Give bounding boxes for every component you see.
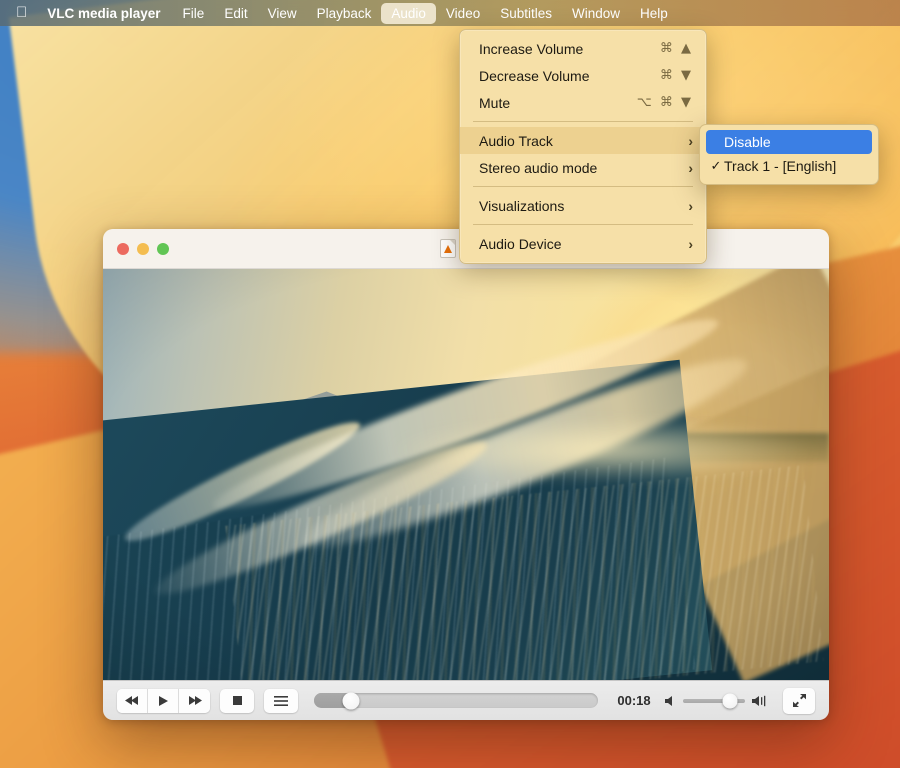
chevron-right-icon: › bbox=[688, 236, 693, 252]
playlist-button[interactable] bbox=[264, 689, 298, 713]
menu-separator bbox=[473, 186, 693, 187]
submenu-option-disable[interactable]: Disable bbox=[706, 130, 872, 154]
menu-item-window[interactable]: Window bbox=[562, 3, 630, 24]
transport-button-group bbox=[117, 689, 210, 713]
menu-option-shortcut: ⌘ ▲ bbox=[660, 41, 693, 56]
menu-item-help[interactable]: Help bbox=[630, 3, 678, 24]
submenu-option-track-1[interactable]: ✓ Track 1 - [English] bbox=[700, 154, 878, 178]
close-button[interactable] bbox=[117, 243, 129, 255]
play-icon bbox=[157, 695, 169, 707]
elapsed-time-label: 00:18 bbox=[614, 693, 654, 708]
submenu-option-label: Track 1 - [English] bbox=[724, 158, 836, 174]
seek-slider-handle[interactable] bbox=[342, 692, 359, 709]
menu-option-label: Mute bbox=[479, 95, 637, 111]
rewind-button[interactable] bbox=[117, 689, 148, 713]
apple-logo-icon[interactable]:  bbox=[16, 5, 27, 20]
menu-item-file[interactable]: File bbox=[173, 3, 215, 24]
menu-separator bbox=[473, 224, 693, 225]
rewind-icon bbox=[124, 695, 140, 706]
menu-option-label: Audio Track bbox=[479, 133, 680, 149]
desktop-screen:  VLC media player File Edit View Playba… bbox=[0, 0, 900, 768]
volume-slider[interactable] bbox=[683, 699, 745, 703]
menu-option-mute[interactable]: Mute ⌥ ⌘ ▼ bbox=[460, 89, 706, 116]
video-vignette bbox=[103, 269, 829, 680]
macos-menu-bar:  VLC media player File Edit View Playba… bbox=[0, 0, 900, 26]
fullscreen-button[interactable] bbox=[783, 688, 815, 714]
volume-high-icon[interactable] bbox=[751, 695, 767, 707]
traffic-light-group bbox=[103, 243, 169, 255]
chevron-right-icon: › bbox=[688, 198, 693, 214]
menu-option-shortcut: ⌥ ⌘ ▼ bbox=[637, 95, 693, 110]
menu-option-audio-track[interactable]: Audio Track › bbox=[460, 127, 706, 154]
menu-item-view[interactable]: View bbox=[258, 3, 307, 24]
mp4-file-icon bbox=[440, 239, 456, 258]
volume-slider-handle[interactable] bbox=[723, 693, 738, 708]
maximize-button[interactable] bbox=[157, 243, 169, 255]
vlc-player-window: MP4 bbox=[103, 229, 829, 720]
video-canvas[interactable] bbox=[103, 269, 829, 680]
menu-option-decrease-volume[interactable]: Decrease Volume ⌘ ▼ bbox=[460, 62, 706, 89]
menu-item-video[interactable]: Video bbox=[436, 3, 490, 24]
menu-separator bbox=[473, 121, 693, 122]
menu-option-label: Decrease Volume bbox=[479, 68, 660, 84]
fullscreen-icon bbox=[792, 693, 807, 708]
menu-option-visualizations[interactable]: Visualizations › bbox=[460, 192, 706, 219]
menu-option-label: Visualizations bbox=[479, 198, 680, 214]
menu-option-label: Increase Volume bbox=[479, 41, 660, 57]
volume-control-group bbox=[664, 695, 767, 707]
menu-option-stereo-audio-mode[interactable]: Stereo audio mode › bbox=[460, 154, 706, 181]
menu-item-audio[interactable]: Audio bbox=[381, 3, 436, 24]
fast-forward-icon bbox=[187, 695, 203, 706]
menu-item-edit[interactable]: Edit bbox=[214, 3, 257, 24]
stop-button[interactable] bbox=[220, 689, 254, 713]
menu-option-increase-volume[interactable]: Increase Volume ⌘ ▲ bbox=[460, 35, 706, 62]
menu-option-audio-device[interactable]: Audio Device › bbox=[460, 230, 706, 257]
fast-forward-button[interactable] bbox=[179, 689, 210, 713]
menu-app-name[interactable]: VLC media player bbox=[37, 3, 172, 24]
check-icon: ✓ bbox=[708, 158, 724, 174]
vlc-cone-icon bbox=[444, 245, 452, 253]
seek-slider[interactable] bbox=[314, 693, 598, 708]
menu-option-label: Stereo audio mode bbox=[479, 160, 680, 176]
menu-item-subtitles[interactable]: Subtitles bbox=[490, 3, 562, 24]
chevron-right-icon: › bbox=[688, 133, 693, 149]
menu-option-label: Audio Device bbox=[479, 236, 680, 252]
audio-dropdown-menu: Increase Volume ⌘ ▲ Decrease Volume ⌘ ▼ … bbox=[459, 29, 707, 264]
minimize-button[interactable] bbox=[137, 243, 149, 255]
audio-track-submenu: Disable ✓ Track 1 - [English] bbox=[699, 124, 879, 185]
stop-icon bbox=[232, 695, 243, 706]
play-button[interactable] bbox=[148, 689, 179, 713]
submenu-option-label: Disable bbox=[724, 134, 771, 150]
player-controls-bar: 00:18 bbox=[103, 680, 829, 720]
playlist-icon bbox=[273, 695, 289, 707]
chevron-right-icon: › bbox=[688, 160, 693, 176]
volume-low-icon[interactable] bbox=[664, 695, 677, 707]
menu-item-playback[interactable]: Playback bbox=[307, 3, 382, 24]
menu-option-shortcut: ⌘ ▼ bbox=[660, 68, 693, 83]
